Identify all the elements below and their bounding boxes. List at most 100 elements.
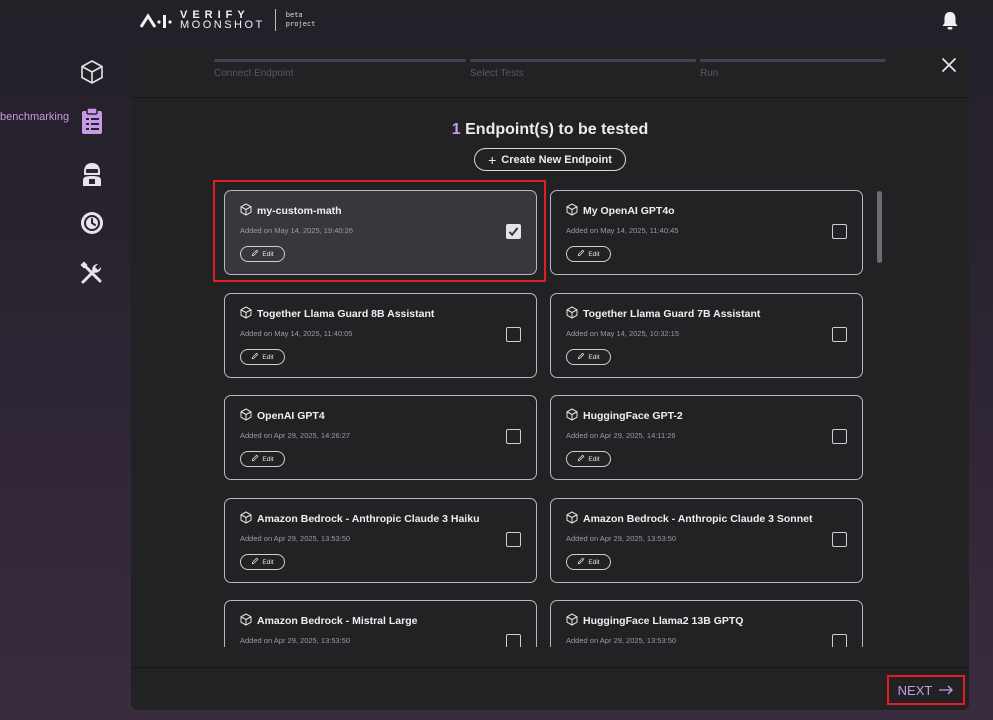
endpoint-card[interactable]: Amazon Bedrock - Anthropic Claude 3 Haik… bbox=[224, 498, 537, 583]
edit-endpoint-button[interactable]: Edit bbox=[566, 246, 611, 262]
edit-label: Edit bbox=[588, 250, 600, 258]
scrollbar-thumb[interactable] bbox=[877, 191, 882, 263]
endpoint-name: HuggingFace GPT-2 bbox=[566, 408, 683, 424]
endpoint-added-date: Added on Apr 29, 2025, 13:53:50 bbox=[240, 636, 351, 645]
edit-label: Edit bbox=[262, 455, 274, 463]
endpoint-card[interactable]: Amazon Bedrock - Mistral Large Added on A… bbox=[224, 600, 537, 647]
footer-divider bbox=[131, 667, 969, 668]
edit-endpoint-button[interactable]: Edit bbox=[240, 349, 285, 365]
endpoint-select-checkbox[interactable] bbox=[506, 429, 521, 444]
step-run[interactable]: Run bbox=[700, 59, 886, 89]
endpoint-card[interactable]: my-custom-math Added on May 14, 2025, 19:… bbox=[224, 190, 537, 275]
endpoint-added-date: Added on Apr 29, 2025, 13:53:50 bbox=[240, 534, 351, 543]
title-text: Endpoint(s) to be tested bbox=[460, 121, 649, 138]
endpoint-added-date: Added on Apr 29, 2025, 13:53:50 bbox=[566, 636, 677, 645]
endpoint-name-text: My OpenAI GPT4o bbox=[583, 205, 675, 217]
endpoint-select-checkbox[interactable] bbox=[832, 429, 847, 444]
edit-label: Edit bbox=[262, 353, 274, 361]
cube-icon[interactable] bbox=[80, 59, 104, 90]
endpoint-name: OpenAI GPT4 bbox=[240, 408, 325, 424]
edit-endpoint-button[interactable]: Edit bbox=[240, 246, 285, 262]
pencil-icon bbox=[577, 249, 585, 259]
endpoint-select-checkbox[interactable] bbox=[832, 634, 847, 647]
endpoint-name-text: HuggingFace Llama2 13B GPTQ bbox=[583, 615, 744, 627]
pencil-icon bbox=[577, 557, 585, 567]
endpoint-card[interactable]: Amazon Bedrock - Anthropic Claude 3 Sonn… bbox=[550, 498, 863, 583]
arrow-right-icon bbox=[938, 683, 954, 698]
endpoint-added-date: Added on May 14, 2025, 11:40:05 bbox=[240, 329, 353, 338]
top-bar: VERIFY MOONSHOT beta project bbox=[0, 0, 993, 44]
endpoint-select-checkbox[interactable] bbox=[832, 327, 847, 342]
endpoint-list[interactable]: my-custom-math Added on May 14, 2025, 19:… bbox=[224, 190, 864, 647]
clipboard-icon[interactable] bbox=[80, 107, 104, 140]
endpoint-select-checkbox[interactable] bbox=[506, 634, 521, 647]
endpoint-select-checkbox[interactable] bbox=[506, 327, 521, 342]
cube-icon bbox=[240, 511, 252, 527]
endpoint-select-checkbox[interactable] bbox=[832, 532, 847, 547]
edit-endpoint-button[interactable]: Edit bbox=[566, 554, 611, 570]
endpoint-name-text: Together Llama Guard 7B Assistant bbox=[583, 308, 761, 320]
endpoint-select-checkbox[interactable] bbox=[506, 224, 521, 239]
cube-icon bbox=[240, 613, 252, 629]
endpoint-card[interactable]: My OpenAI GPT4o Added on May 14, 2025, 11… bbox=[550, 190, 863, 275]
history-icon[interactable] bbox=[80, 211, 104, 240]
header-divider bbox=[131, 97, 969, 98]
endpoint-card[interactable]: Together Llama Guard 7B Assistant Added o… bbox=[550, 293, 863, 378]
endpoint-name-text: Together Llama Guard 8B Assistant bbox=[257, 308, 435, 320]
cube-icon bbox=[566, 203, 578, 219]
endpoint-card[interactable]: HuggingFace Llama2 13B GPTQ Added on Apr … bbox=[550, 600, 863, 647]
step-select-tests[interactable]: Select Tests bbox=[470, 59, 696, 89]
endpoint-select-checkbox[interactable] bbox=[832, 224, 847, 239]
pencil-icon bbox=[251, 454, 259, 464]
app-logo[interactable]: VERIFY MOONSHOT beta project bbox=[140, 9, 315, 31]
edit-endpoint-button[interactable]: Edit bbox=[240, 451, 285, 467]
logo-wordmark: VERIFY MOONSHOT bbox=[180, 10, 265, 31]
step-connect-endpoint[interactable]: Connect Endpoint bbox=[214, 59, 466, 89]
endpoint-name-text: Amazon Bedrock - Mistral Large bbox=[257, 615, 418, 627]
tools-icon[interactable] bbox=[80, 261, 104, 290]
checkmark-icon bbox=[508, 227, 519, 237]
endpoint-card[interactable]: HuggingFace GPT-2 Added on Apr 29, 2025, … bbox=[550, 395, 863, 480]
cube-icon bbox=[240, 306, 252, 322]
logo-divider bbox=[274, 9, 276, 31]
endpoint-name-text: HuggingFace GPT-2 bbox=[583, 410, 683, 422]
endpoint-card[interactable]: OpenAI GPT4 Added on Apr 29, 2025, 14:26:… bbox=[224, 395, 537, 480]
endpoint-name: Together Llama Guard 7B Assistant bbox=[566, 306, 760, 322]
step-progress-bar bbox=[470, 59, 696, 62]
next-button[interactable]: NEXT bbox=[887, 675, 965, 705]
step-progress-bar bbox=[700, 59, 886, 62]
page-title: 1 Endpoint(s) to be tested bbox=[131, 121, 969, 139]
edit-endpoint-button[interactable]: Edit bbox=[566, 349, 611, 365]
endpoint-name: Amazon Bedrock - Anthropic Claude 3 Haik… bbox=[240, 511, 479, 527]
cube-icon bbox=[566, 511, 578, 527]
sidebar-label-benchmarking[interactable]: benchmarking bbox=[0, 111, 69, 123]
endpoint-name: Together Llama Guard 8B Assistant bbox=[240, 306, 434, 322]
plus-icon: + bbox=[488, 151, 497, 168]
endpoint-card[interactable]: Together Llama Guard 8B Assistant Added o… bbox=[224, 293, 537, 378]
notification-bell-icon[interactable] bbox=[941, 11, 959, 36]
pencil-icon bbox=[251, 352, 259, 362]
endpoint-selection-dialog: Connect Endpoint Select Tests Run 1 Endp… bbox=[131, 45, 969, 710]
endpoint-name-text: my-custom-math bbox=[257, 205, 342, 217]
beta-badge: beta project bbox=[286, 11, 316, 29]
cube-icon bbox=[240, 408, 252, 424]
next-label: NEXT bbox=[897, 682, 933, 698]
endpoint-count: 1 bbox=[451, 121, 461, 138]
endpoint-added-date: Added on Apr 29, 2025, 14:26:27 bbox=[240, 431, 351, 440]
close-icon[interactable] bbox=[941, 57, 957, 78]
edit-endpoint-button[interactable]: Edit bbox=[566, 451, 611, 467]
edit-endpoint-button[interactable]: Edit bbox=[240, 554, 285, 570]
endpoint-name-text: OpenAI GPT4 bbox=[257, 410, 325, 422]
beta-text: beta bbox=[285, 11, 303, 19]
endpoint-select-checkbox[interactable] bbox=[506, 532, 521, 547]
endpoint-name: HuggingFace Llama2 13B GPTQ bbox=[566, 613, 743, 629]
red-team-agent-icon[interactable] bbox=[80, 161, 104, 192]
endpoint-added-date: Added on May 14, 2025, 10:32:15 bbox=[566, 329, 680, 338]
endpoint-name: My OpenAI GPT4o bbox=[566, 203, 675, 219]
logo-mark-icon bbox=[140, 11, 174, 29]
pencil-icon bbox=[251, 557, 259, 567]
endpoint-name: my-custom-math bbox=[240, 203, 342, 219]
create-new-endpoint-button[interactable]: + Create New Endpoint bbox=[474, 148, 626, 171]
logo-moonshot-text: MOONSHOT bbox=[180, 19, 265, 31]
step-label: Select Tests bbox=[470, 68, 524, 79]
